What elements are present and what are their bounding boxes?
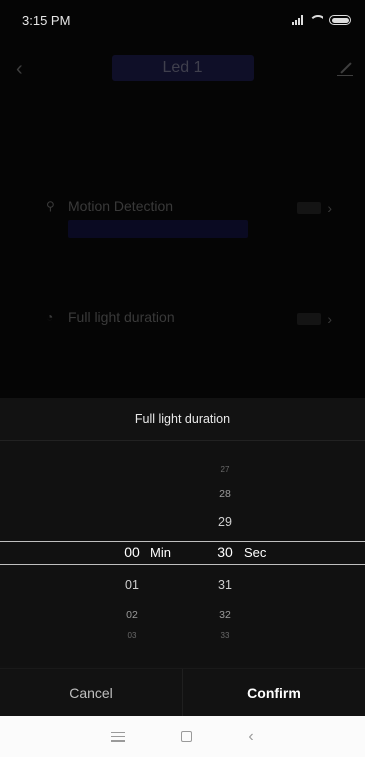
minutes-unit: Min [150, 545, 171, 560]
picker-item[interactable]: 29 [195, 515, 255, 529]
page-title: Led 1 [111, 55, 254, 81]
confirm-button[interactable]: Confirm [183, 669, 365, 716]
chevron-right-icon: › [327, 311, 332, 327]
back-icon[interactable]: ‹ [16, 58, 23, 81]
signal-icon [292, 15, 303, 25]
home-icon[interactable] [181, 731, 193, 742]
chevron-right-icon: › [327, 200, 332, 216]
picker-title: Full light duration [0, 398, 365, 441]
picker-item[interactable]: 32 [195, 609, 255, 621]
picker-item[interactable]: 02 [102, 609, 162, 621]
setting-full-light-duration[interactable]: ◔ Full light duration › [46, 309, 346, 327]
app-header: ‹ Led 1 [0, 48, 365, 88]
setting-label: Motion Detection [68, 198, 174, 214]
wifi-icon [309, 15, 323, 25]
status-bar: 3:15 PM [0, 0, 365, 40]
system-nav-bar: ‹ [0, 716, 365, 757]
battery-icon [329, 15, 351, 25]
seconds-unit: Sec [244, 545, 267, 560]
cancel-button[interactable]: Cancel [0, 669, 183, 716]
duration-picker-sheet: Full light duration 00 01 02 03 Min 27 2… [0, 398, 365, 716]
selection-band [0, 541, 365, 565]
picker-actions: Cancel Confirm [0, 668, 365, 716]
status-icons [292, 15, 351, 25]
picker-item[interactable]: 27 [195, 465, 255, 474]
edit-icon[interactable] [337, 60, 353, 76]
setting-description [68, 220, 248, 238]
picker-item[interactable]: 31 [195, 578, 255, 592]
setting-value: › [297, 311, 332, 327]
setting-label: Full light duration [68, 309, 175, 325]
picker-item[interactable]: 33 [195, 631, 255, 640]
light-icon: ◔ [46, 310, 54, 324]
picker-item[interactable]: 01 [102, 578, 162, 592]
menu-icon[interactable] [111, 731, 126, 742]
setting-motion-detection[interactable]: ⚲ Motion Detection › [46, 198, 346, 238]
nav-back-icon[interactable]: ‹ [248, 728, 253, 745]
status-time: 3:15 PM [22, 12, 71, 28]
picker-item[interactable]: 03 [102, 631, 162, 640]
screen: 3:15 PM ‹ Led 1 ⚲ Motion Detection › ◔ F… [0, 0, 365, 757]
setting-value: › [297, 200, 332, 216]
page-title-text: Led 1 [162, 59, 203, 76]
picker-wheels: 00 01 02 03 Min 27 28 29 30 31 32 33 Sec [0, 441, 365, 666]
motion-icon: ⚲ [46, 199, 55, 213]
picker-item[interactable]: 28 [195, 488, 255, 500]
